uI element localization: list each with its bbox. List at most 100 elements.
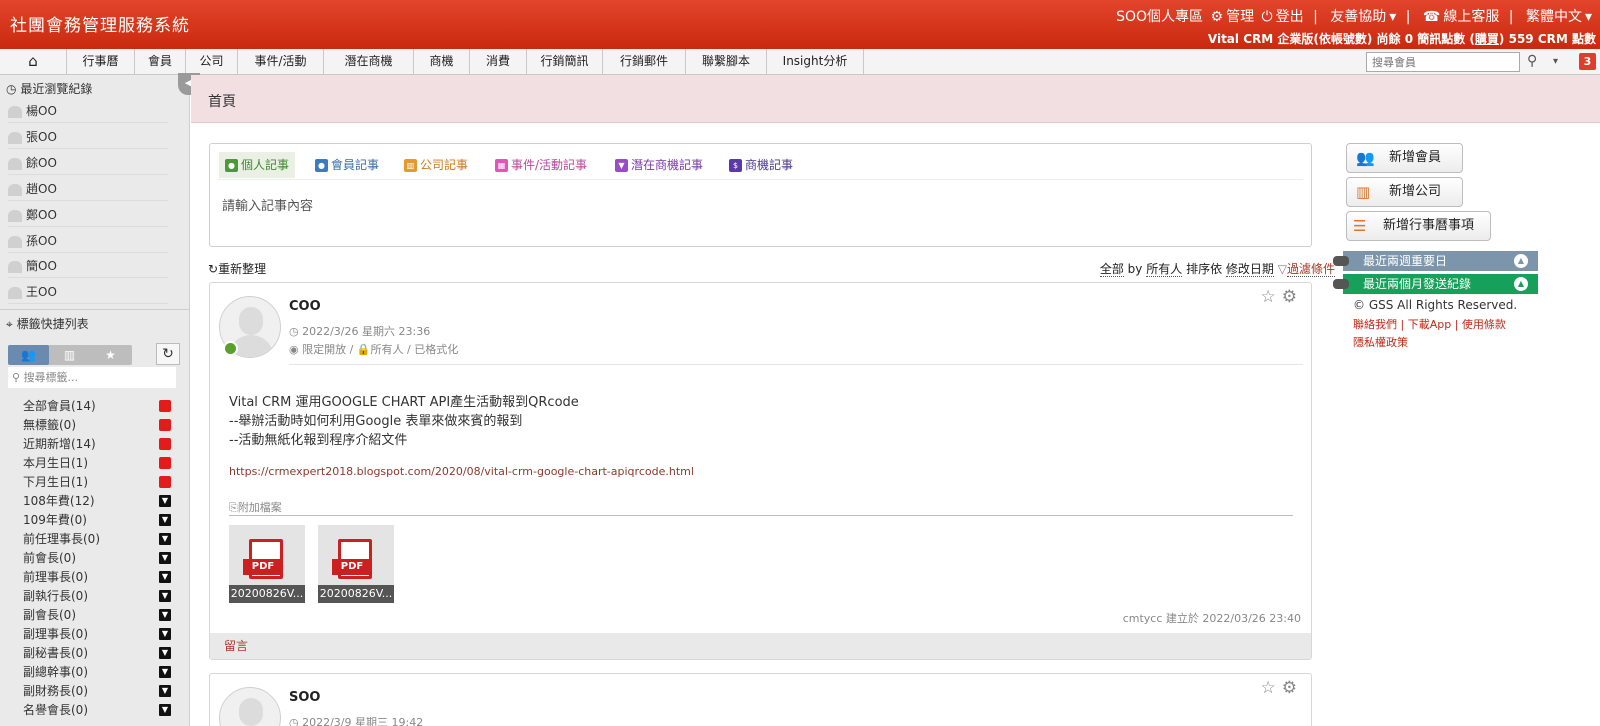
tab-company-tags[interactable]: ▥ bbox=[49, 345, 90, 365]
tag-item[interactable]: 全部會員(14) bbox=[23, 397, 171, 416]
tag-dropdown-icon[interactable]: ▼ bbox=[159, 552, 171, 564]
refresh-icon: ↻ bbox=[208, 262, 219, 276]
buy-link[interactable]: 購買 bbox=[1475, 32, 1499, 46]
filter-all-link[interactable]: 全部 bbox=[1099, 262, 1124, 277]
nav-calendar[interactable]: 行事曆 bbox=[67, 49, 135, 74]
admin-link[interactable]: 管理 bbox=[1226, 9, 1254, 25]
tag-item[interactable]: 副會長(0) ▼ bbox=[23, 606, 171, 625]
filter-owner-link[interactable]: 所有人 bbox=[1146, 262, 1183, 277]
tag-dropdown-icon[interactable]: ▼ bbox=[159, 609, 171, 621]
privacy-link[interactable]: 隱私權政策 bbox=[1353, 336, 1408, 349]
sort-field-link[interactable]: 修改日期 bbox=[1225, 262, 1274, 277]
star-outline-icon[interactable]: ☆ bbox=[1261, 678, 1282, 698]
nav-members[interactable]: 會員 bbox=[135, 49, 186, 74]
tag-item[interactable]: 前會長(0) ▼ bbox=[23, 549, 171, 568]
nav-company[interactable]: 公司 bbox=[186, 49, 238, 74]
tag-item[interactable]: 108年費(12) ▼ bbox=[23, 492, 171, 511]
tab-personal-note[interactable]: ● 個人記事 bbox=[219, 152, 296, 178]
member-search-input[interactable] bbox=[1366, 52, 1520, 72]
tag-dropdown-icon[interactable]: ▼ bbox=[159, 628, 171, 640]
post-author[interactable]: COO bbox=[289, 299, 321, 314]
search-icon[interactable]: ⚲ bbox=[1527, 49, 1537, 74]
post-author[interactable]: SOO bbox=[289, 690, 320, 705]
recent-item[interactable]: 王OO bbox=[8, 280, 168, 304]
recent-item[interactable]: 楊OO bbox=[8, 99, 168, 123]
gear-icon[interactable]: ⚙ bbox=[1282, 678, 1303, 698]
add-calendar-button[interactable]: ☰ 新增行事曆事項 bbox=[1346, 211, 1491, 241]
tag-dropdown-icon[interactable]: ▼ bbox=[159, 666, 171, 678]
tag-dropdown-icon[interactable]: ▼ bbox=[159, 590, 171, 602]
nav-scripts[interactable]: 聯繫腳本 bbox=[686, 49, 767, 74]
add-member-button[interactable]: 👥 新增會員 bbox=[1346, 143, 1463, 173]
tag-item[interactable]: 本月生日(1) bbox=[23, 454, 171, 473]
tag-dropdown-icon[interactable]: ▼ bbox=[159, 647, 171, 659]
recent-item[interactable]: 鄭OO bbox=[8, 203, 168, 227]
tag-item[interactable]: 副執行長(0) ▼ bbox=[23, 587, 171, 606]
tab-member-tags[interactable]: 👥 bbox=[8, 345, 49, 365]
tag-item[interactable]: 前任理事長(0) ▼ bbox=[23, 530, 171, 549]
nav-sms[interactable]: 行銷簡訊 bbox=[527, 49, 603, 74]
comment-link[interactable]: 留言 bbox=[210, 633, 1311, 659]
online-support-link[interactable]: 線上客服 bbox=[1443, 9, 1499, 25]
recent-item[interactable]: 孫OO bbox=[8, 229, 168, 253]
chevron-up-icon[interactable]: ▲ bbox=[1514, 277, 1528, 291]
post-url-link[interactable]: https://crmexpert2018.blogspot.com/2020/… bbox=[229, 465, 694, 478]
tab-opportunity-note[interactable]: $ 商機記事 bbox=[729, 152, 793, 178]
home-icon[interactable]: ⌂ bbox=[0, 49, 67, 74]
gear-icon[interactable]: ⚙ bbox=[1282, 287, 1303, 307]
tag-item[interactable]: 109年費(0) ▼ bbox=[23, 511, 171, 530]
tag-item[interactable]: 副秘書長(0) ▼ bbox=[23, 644, 171, 663]
terms-link[interactable]: 使用條款 bbox=[1462, 318, 1506, 331]
nav-opportunities[interactable]: 商機 bbox=[414, 49, 470, 74]
nav-email[interactable]: 行銷郵件 bbox=[603, 49, 686, 74]
nav-consumption[interactable]: 消費 bbox=[470, 49, 527, 74]
recent-item[interactable]: 餘OO bbox=[8, 151, 168, 175]
partner-menu[interactable]: 友善協助 bbox=[1330, 9, 1386, 25]
important-days-panel[interactable]: 最近兩週重要日 ▲ bbox=[1333, 251, 1538, 271]
chevron-up-icon[interactable]: ▲ bbox=[1514, 254, 1528, 268]
add-company-button[interactable]: ▥ 新增公司 bbox=[1346, 177, 1463, 207]
tag-item[interactable]: 無標籤(0) bbox=[23, 416, 171, 435]
tag-item[interactable]: 名譽會長(0) ▼ bbox=[23, 701, 171, 720]
tag-item[interactable]: 近期新增(14) bbox=[23, 435, 171, 454]
notification-badge[interactable]: 3 bbox=[1579, 53, 1596, 70]
logout-link[interactable]: 登出 bbox=[1276, 9, 1304, 25]
pdf-attachment[interactable]: PDF 20200826V... bbox=[318, 525, 394, 603]
tab-lead-note[interactable]: ▼ 潛在商機記事 bbox=[615, 152, 703, 178]
nav-leads[interactable]: 潛在商機 bbox=[324, 49, 414, 74]
tab-event-note[interactable]: ▦ 事件/活動記事 bbox=[495, 152, 587, 178]
recent-item[interactable]: 張OO bbox=[8, 125, 168, 149]
tag-item[interactable]: 副總幹事(0) ▼ bbox=[23, 663, 171, 682]
tag-item[interactable]: 前理事長(0) ▼ bbox=[23, 568, 171, 587]
tag-search-input[interactable]: ⚲ 搜尋標籤... bbox=[8, 367, 176, 388]
feed-refresh-link[interactable]: ↻重新整理 bbox=[208, 260, 266, 277]
recent-item[interactable]: 簡OO bbox=[8, 254, 168, 278]
tag-refresh-button[interactable]: ↻ bbox=[156, 343, 180, 365]
tag-dropdown-icon[interactable]: ▼ bbox=[159, 514, 171, 526]
pdf-attachment[interactable]: PDF 20200826V... bbox=[229, 525, 305, 603]
note-input[interactable]: 請輸入記事內容 bbox=[222, 195, 313, 214]
avatar[interactable] bbox=[219, 687, 281, 726]
tag-dropdown-icon[interactable]: ▼ bbox=[159, 685, 171, 697]
language-menu[interactable]: 繁體中文 bbox=[1526, 9, 1582, 25]
tab-starred-tags[interactable]: ★ bbox=[90, 345, 131, 365]
sent-records-panel[interactable]: 最近兩個月發送紀錄 ▲ bbox=[1333, 274, 1538, 294]
tag-dropdown-icon[interactable]: ▼ bbox=[159, 704, 171, 716]
filter-conditions-link[interactable]: 過濾條件 bbox=[1286, 262, 1335, 277]
caret-down-icon[interactable]: ▾ bbox=[1553, 49, 1558, 74]
nav-events[interactable]: 事件/活動 bbox=[238, 49, 324, 74]
contact-link[interactable]: 聯絡我們 bbox=[1353, 318, 1397, 331]
download-app-link[interactable]: 下載App bbox=[1408, 318, 1452, 331]
tab-company-note[interactable]: ▥ 公司記事 bbox=[404, 152, 468, 178]
tag-item[interactable]: 副理事長(0) ▼ bbox=[23, 625, 171, 644]
recent-item[interactable]: 趙OO bbox=[8, 177, 168, 201]
tag-dropdown-icon[interactable]: ▼ bbox=[159, 571, 171, 583]
tag-dropdown-icon[interactable]: ▼ bbox=[159, 533, 171, 545]
user-area-link[interactable]: SOO個人專區 bbox=[1116, 9, 1203, 25]
nav-insight[interactable]: Insight分析 bbox=[767, 49, 864, 74]
tag-dropdown-icon[interactable]: ▼ bbox=[159, 495, 171, 507]
star-outline-icon[interactable]: ☆ bbox=[1261, 287, 1282, 307]
tab-member-note[interactable]: ● 會員記事 bbox=[315, 152, 379, 178]
tag-item[interactable]: 下月生日(1) bbox=[23, 473, 171, 492]
tag-item[interactable]: 副財務長(0) ▼ bbox=[23, 682, 171, 701]
